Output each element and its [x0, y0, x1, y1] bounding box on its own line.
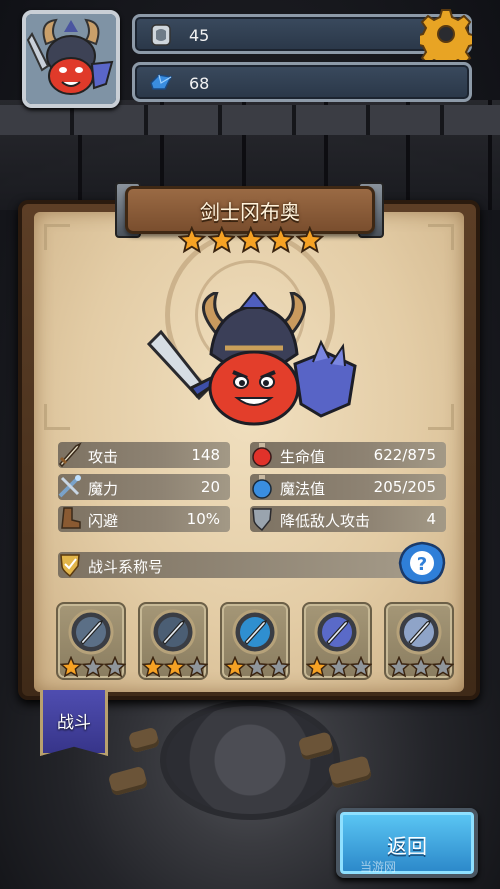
armor-count: 45 [189, 26, 210, 45]
red-potion-icon [252, 443, 272, 467]
boot-icon [61, 507, 81, 529]
skill-star-rating [388, 656, 454, 678]
stat-value: 148 [191, 446, 220, 464]
star-icon [266, 226, 295, 254]
stat-value: 622/875 [373, 446, 436, 464]
skill-card[interactable] [220, 602, 290, 680]
star-icon [186, 656, 208, 678]
hero-avatar[interactable] [22, 10, 120, 108]
wall-bricks [0, 105, 500, 135]
hero-star-rating [178, 226, 324, 254]
corner-ornament [428, 404, 454, 430]
hero-name: 剑士冈布奥 [200, 200, 300, 224]
star-icon [164, 656, 186, 678]
back-button-label[interactable]: 返回 [336, 830, 478, 859]
skill-star-rating [60, 656, 126, 678]
star-icon [328, 656, 350, 678]
star-icon [178, 226, 206, 254]
star-icon [142, 656, 164, 678]
skill-star-rating [142, 656, 208, 678]
stat-attack: 攻击 148 [58, 442, 230, 468]
stat-dodge: 闪避 10% [58, 506, 230, 532]
hero-gumball-icon [146, 292, 357, 426]
blue-gem-icon [150, 74, 173, 90]
stat-value: 4 [426, 510, 436, 528]
stat-label: 攻击 [88, 448, 119, 466]
stat-magic: 魔力 20 [58, 474, 230, 500]
battle-title-bar[interactable]: 战斗系称号 [58, 552, 418, 578]
stat-label: 魔法值 [280, 480, 326, 498]
star-icon [246, 656, 268, 678]
star-icon [237, 226, 265, 254]
stat-label: 魔力 [88, 480, 119, 498]
star-icon [82, 656, 104, 678]
blue-potion-icon [252, 475, 272, 499]
shield-spear-medal-icon [150, 609, 196, 655]
stat-mp: 魔法值 205/205 [250, 474, 446, 500]
spear-medal-icon [68, 609, 114, 655]
star-icon [104, 656, 126, 678]
star-icon [207, 226, 236, 254]
svg-text:?: ? [417, 554, 427, 575]
corner-ornament [44, 224, 70, 250]
corner-ornament [428, 224, 454, 250]
skill-card[interactable] [56, 602, 126, 680]
floor-seal [160, 700, 340, 820]
gumball-portrait-icon [26, 14, 116, 104]
star-icon [388, 656, 410, 678]
wand-icon [58, 475, 81, 498]
stat-value: 10% [186, 510, 220, 528]
stat-label: 生命值 [280, 448, 326, 466]
gear-icon[interactable] [420, 8, 472, 60]
star-icon [224, 656, 246, 678]
blue-spear-medal-icon [232, 609, 278, 655]
shield-icon [252, 508, 272, 532]
question-icon[interactable]: ? [398, 541, 446, 585]
star-icon [432, 656, 454, 678]
armor-token-icon [151, 24, 171, 46]
stat-label: 降低敌人攻击 [280, 512, 371, 530]
stat-value: 20 [200, 478, 220, 496]
skill-star-rating [224, 656, 290, 678]
skill-star-rating [306, 656, 372, 678]
star-icon [268, 656, 290, 678]
corner-ornament [44, 404, 70, 430]
stat-value: 205/205 [373, 478, 436, 496]
sword-icon [58, 442, 82, 468]
stat-hp: 生命值 622/875 [250, 442, 446, 468]
gem-resource-bar: 68 [132, 62, 472, 102]
watermark: 当游网 [360, 860, 397, 874]
title-label: 战斗系称号 [88, 558, 164, 576]
star-icon [350, 656, 372, 678]
star-icon [60, 656, 82, 678]
skill-card[interactable] [138, 602, 208, 680]
stat-label: 闪避 [88, 512, 119, 530]
winged-sword-medal-icon [314, 609, 360, 655]
crown-orb-medal-icon [396, 609, 442, 655]
tab-battle-label[interactable]: 战斗 [40, 708, 108, 733]
skill-card[interactable] [302, 602, 372, 680]
star-icon [296, 226, 324, 254]
gold-shield-icon [60, 554, 80, 578]
gem-count: 68 [189, 74, 210, 93]
star-icon [306, 656, 328, 678]
stat-reduce-attack: 降低敌人攻击 4 [250, 506, 446, 532]
star-icon [410, 656, 432, 678]
skill-card[interactable] [384, 602, 454, 680]
